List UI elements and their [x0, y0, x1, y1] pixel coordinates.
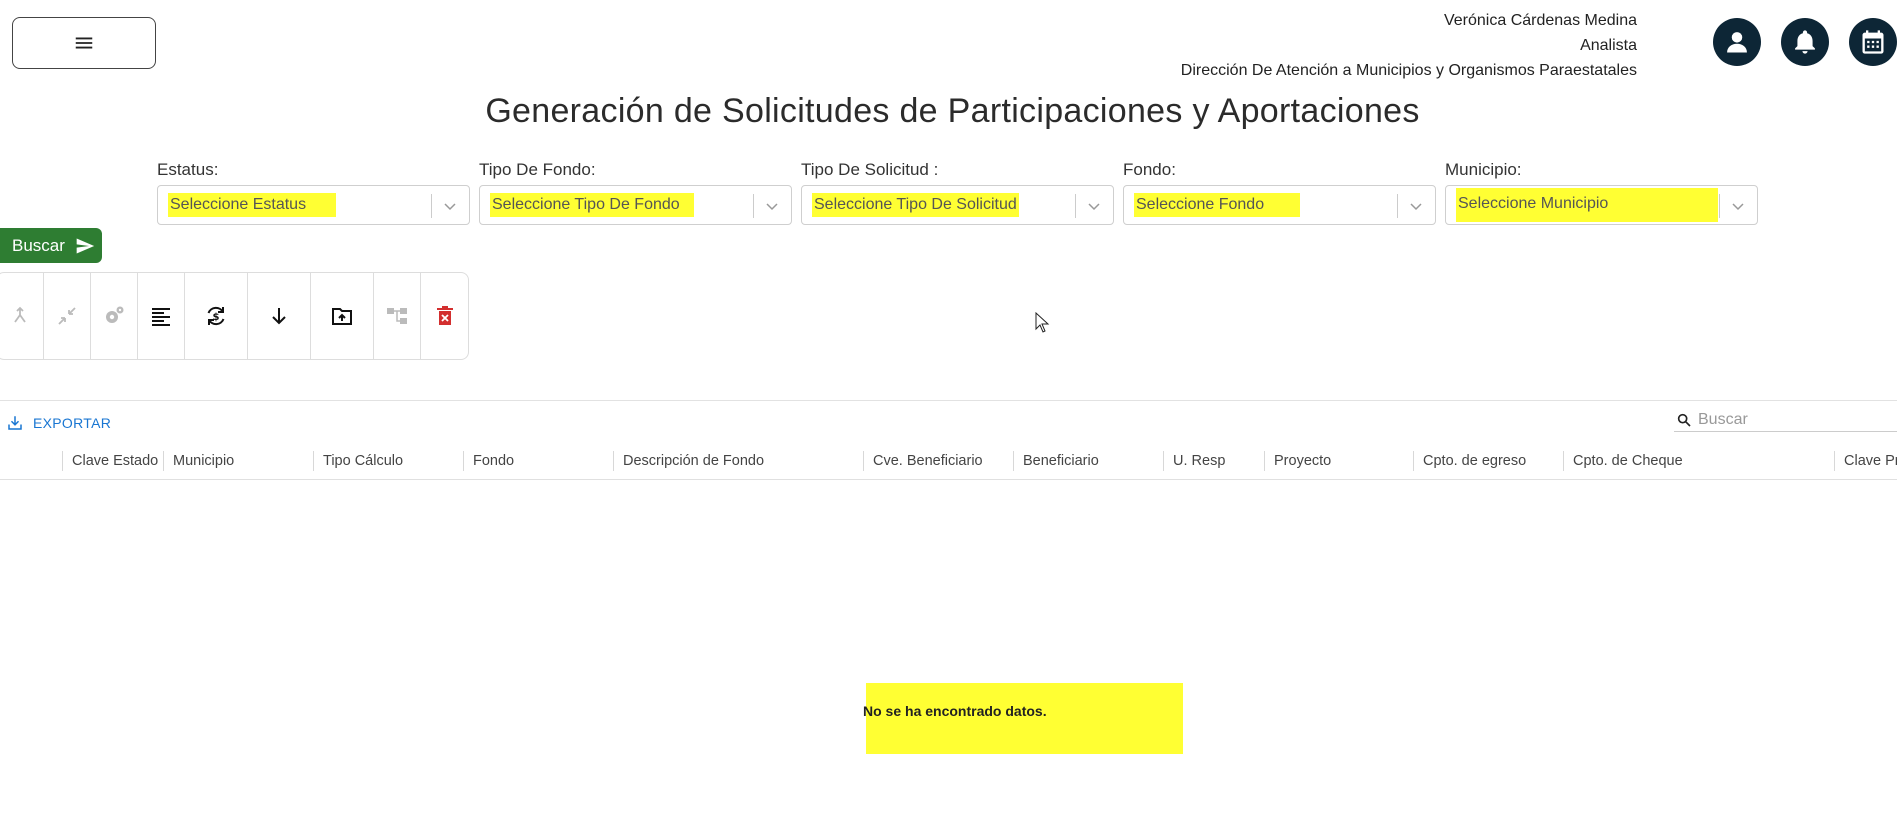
- download-icon: [8, 416, 22, 430]
- fondo-select[interactable]: Seleccione Fondo: [1123, 185, 1436, 225]
- filter-label: Estatus:: [157, 160, 219, 179]
- select-placeholder: Seleccione Tipo De Fondo: [490, 193, 694, 217]
- chevron-down-icon[interactable]: [764, 198, 780, 214]
- select-placeholder: Seleccione Fondo: [1134, 193, 1301, 217]
- search-input[interactable]: [1698, 410, 1888, 429]
- chevron-down-icon[interactable]: [1086, 198, 1102, 214]
- select-placeholder: Seleccione Tipo De Solicitud: [812, 193, 1019, 217]
- page-title: Generación de Solicitudes de Participaci…: [485, 92, 1420, 130]
- arrow-down-icon: [272, 308, 286, 325]
- merge-button[interactable]: [0, 273, 44, 359]
- user-role: Analista: [1580, 37, 1637, 54]
- settings-button[interactable]: [91, 273, 138, 359]
- export-label: EXPORTAR: [33, 415, 112, 431]
- filter-bar: Estatus: Seleccione Estatus Tipo De Fond…: [157, 160, 1758, 225]
- settings-gear-icon: [106, 306, 124, 323]
- hierarchy-icon: [387, 308, 407, 324]
- tipo-solicitud-select[interactable]: Seleccione Tipo De Solicitud: [801, 185, 1114, 225]
- column-header[interactable]: Municipio: [163, 451, 234, 471]
- filter-estatus: Estatus: Seleccione Estatus: [157, 160, 470, 225]
- filter-tipo-solicitud: Tipo De Solicitud : Seleccione Tipo De S…: [801, 160, 1114, 225]
- column-header[interactable]: Tipo Cálculo: [313, 451, 403, 471]
- table-search: [1674, 408, 1897, 432]
- filter-tipo-fondo: Tipo De Fondo: Seleccione Tipo De Fondo: [479, 160, 792, 225]
- delete-button[interactable]: [421, 273, 468, 359]
- account-button[interactable]: [1713, 18, 1761, 66]
- svg-text:$: $: [213, 312, 220, 323]
- menu-button[interactable]: [12, 17, 156, 69]
- search-icon: [1677, 413, 1691, 427]
- align-text-icon: [152, 308, 170, 326]
- calendar-button[interactable]: [1849, 18, 1897, 66]
- filter-label: Municipio:: [1445, 160, 1522, 179]
- column-header[interactable]: Cpto. de egreso: [1413, 451, 1526, 471]
- export-button[interactable]: EXPORTAR: [6, 414, 111, 432]
- filter-fondo: Fondo: Seleccione Fondo: [1123, 160, 1436, 225]
- column-header[interactable]: Fondo: [463, 451, 514, 471]
- column-header[interactable]: U. Resp: [1163, 451, 1225, 471]
- user-name: Verónica Cárdenas Medina: [1443, 12, 1637, 29]
- mouse-cursor-icon: [1035, 312, 1050, 333]
- estatus-select[interactable]: Seleccione Estatus: [157, 185, 470, 225]
- empty-state-message: No se ha encontrado datos.: [863, 703, 1047, 719]
- column-header[interactable]: Cpto. de Cheque: [1563, 451, 1683, 471]
- compress-icon: [58, 307, 76, 325]
- filter-municipio: Municipio: Seleccione Municipio: [1445, 160, 1758, 225]
- hierarchy-button[interactable]: [374, 273, 421, 359]
- select-placeholder: Seleccione Estatus: [168, 193, 337, 217]
- select-separator: [431, 194, 432, 218]
- action-toolbar: $: [0, 272, 469, 360]
- column-header[interactable]: Proyecto: [1264, 451, 1331, 471]
- download-button[interactable]: [248, 273, 311, 359]
- filter-label: Fondo:: [1123, 160, 1176, 179]
- select-separator: [1397, 194, 1398, 218]
- municipio-select[interactable]: Seleccione Municipio: [1445, 185, 1758, 225]
- buscar-label: Buscar: [12, 235, 65, 255]
- chevron-down-icon[interactable]: [1408, 198, 1424, 214]
- column-header[interactable]: Beneficiario: [1013, 451, 1099, 471]
- column-header[interactable]: Descripción de Fondo: [613, 451, 764, 471]
- folder-upload-icon: [332, 308, 352, 325]
- user-info: Verónica Cárdenas Medina Analista Direcc…: [1181, 8, 1637, 83]
- filter-label: Tipo De Fondo:: [479, 160, 596, 179]
- select-separator: [753, 194, 754, 218]
- column-header[interactable]: Cve. Beneficiario: [863, 451, 983, 471]
- chevron-down-icon[interactable]: [1730, 198, 1746, 214]
- merge-icon: [14, 306, 26, 323]
- send-icon: [76, 238, 95, 253]
- calendar-icon: [1862, 30, 1884, 54]
- filter-label: Tipo De Solicitud :: [801, 160, 939, 179]
- select-separator: [1719, 194, 1720, 218]
- buscar-button[interactable]: Buscar: [0, 228, 102, 263]
- table-header: Clave Estado Municipio Tipo Cálculo Fond…: [0, 447, 1897, 480]
- currency-sync-button[interactable]: $: [185, 273, 248, 359]
- compress-button[interactable]: [44, 273, 91, 359]
- bell-icon: [1795, 30, 1815, 54]
- user-department: Dirección De Atención a Municipios y Org…: [1180, 62, 1637, 79]
- account-icon: [1727, 32, 1747, 53]
- select-separator: [1075, 194, 1076, 218]
- upload-folder-button[interactable]: [311, 273, 374, 359]
- header-actions: [1713, 18, 1897, 66]
- currency-sync-icon: $: [207, 306, 225, 326]
- tipo-fondo-select[interactable]: Seleccione Tipo De Fondo: [479, 185, 792, 225]
- align-text-button[interactable]: [138, 273, 185, 359]
- select-placeholder: Seleccione Municipio: [1456, 188, 1719, 222]
- delete-icon: [436, 306, 453, 325]
- section-divider: [0, 400, 1897, 401]
- chevron-down-icon[interactable]: [442, 198, 458, 214]
- column-header[interactable]: Clave Estado: [62, 451, 158, 471]
- notifications-button[interactable]: [1781, 18, 1829, 66]
- menu-icon: [75, 37, 93, 49]
- column-header[interactable]: Clave Pr: [1834, 451, 1897, 471]
